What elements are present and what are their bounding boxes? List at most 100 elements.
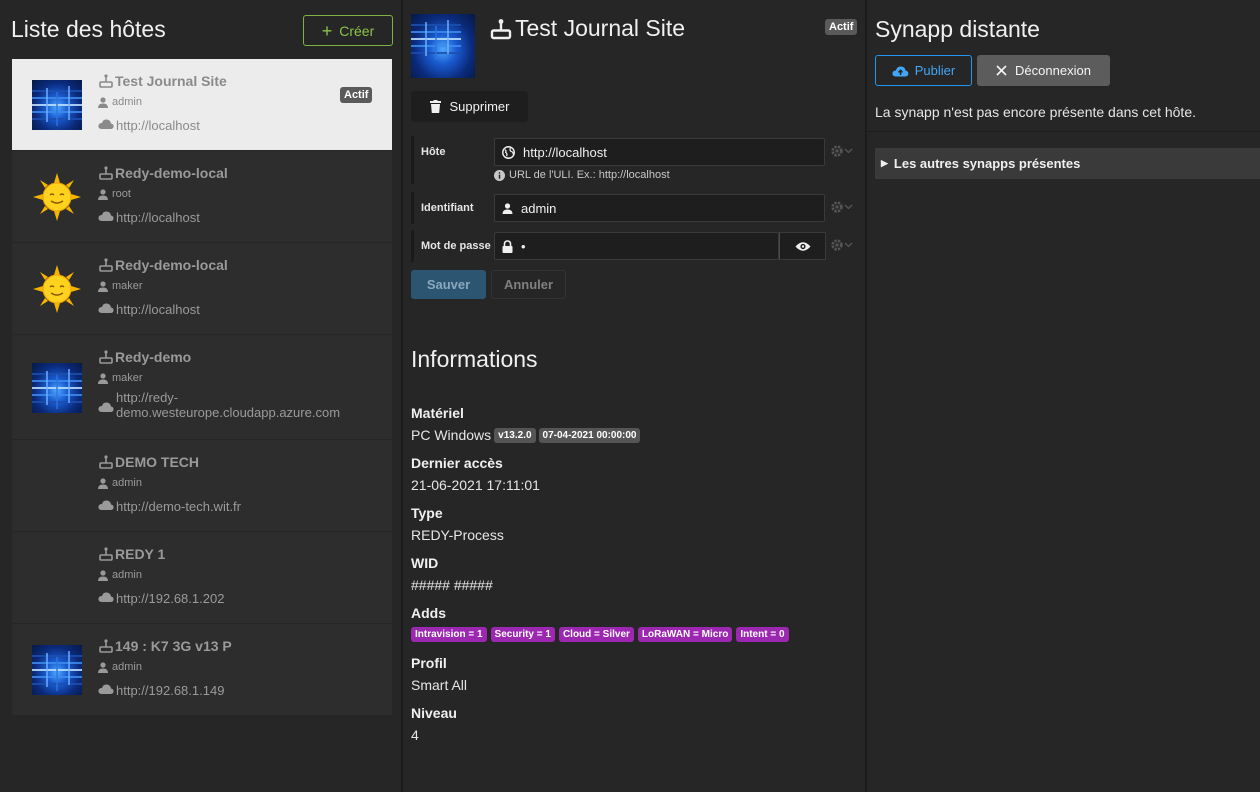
- info-value: 21-06-2021 17:11:01: [411, 477, 540, 493]
- host-circuit-image: [32, 645, 82, 695]
- host-item[interactable]: Redy-demo-local maker http://localhost: [12, 243, 392, 335]
- publish-label: Publier: [914, 63, 956, 78]
- host-url: http://demo-tech.wit.fr: [98, 499, 241, 514]
- cloud-icon: [98, 592, 114, 602]
- cloud-icon: [98, 684, 114, 694]
- host-item[interactable]: Test Journal Site admin http://localhost…: [12, 59, 392, 151]
- show-password-button[interactable]: [779, 232, 826, 260]
- user-icon: [98, 280, 108, 292]
- cancel-button[interactable]: Annuler: [491, 270, 566, 299]
- info-value: Smart All: [411, 677, 468, 693]
- host-user-text: maker: [112, 280, 143, 292]
- host-url: http://localhost: [98, 302, 200, 317]
- info-value: REDY-Process: [411, 527, 504, 543]
- gear-icon: [831, 201, 843, 213]
- adds-tags: Intravision = 1 Security = 1 Cloud = Sil…: [411, 627, 789, 642]
- password-settings-gear[interactable]: [830, 238, 853, 252]
- sun-icon: [33, 265, 81, 313]
- host-user: admin: [98, 96, 142, 108]
- remote-synapp-title: Synapp distante: [875, 16, 1040, 42]
- gear-icon: [831, 239, 843, 251]
- host-user: admin: [98, 569, 142, 581]
- router-icon: [490, 18, 512, 39]
- identifier-settings-gear[interactable]: [830, 200, 853, 214]
- cloud-upload-icon: [892, 65, 909, 76]
- host-detail-title-text: Test Journal Site: [515, 15, 686, 41]
- host-url: http://192.68.1.149: [98, 683, 224, 698]
- info-value: 4: [411, 727, 419, 743]
- info-label: Adds: [411, 605, 446, 621]
- host-user-text: maker: [112, 372, 143, 384]
- gear-icon: [831, 145, 843, 157]
- host-item[interactable]: Redy-demo maker http://redy- demo.westeu…: [12, 335, 392, 440]
- info-materiel: Matériel PC Windows v13.2.0 07-04-2021 0…: [411, 405, 641, 443]
- delete-button[interactable]: Supprimer: [411, 91, 528, 122]
- close-icon: [996, 65, 1007, 76]
- info-type: Type REDY-Process: [411, 505, 504, 543]
- host-url-text: http://localhost: [116, 118, 200, 133]
- divider: [867, 131, 1260, 132]
- disconnect-label: Déconnexion: [1015, 63, 1091, 78]
- create-host-button[interactable]: + Créer: [303, 15, 393, 46]
- host-user: admin: [98, 477, 142, 489]
- chevron-down-icon: [844, 148, 853, 154]
- user-icon: [98, 372, 108, 384]
- host-user-text: admin: [112, 661, 142, 673]
- host-item[interactable]: REDY 1 admin http://192.68.1.202: [12, 532, 392, 624]
- host-list-panel: Liste des hôtes + Créer Test Journal Sit…: [0, 0, 401, 792]
- host-user-text: root: [112, 188, 131, 200]
- globe-icon: [502, 145, 515, 159]
- host-user: admin: [98, 661, 142, 673]
- host-name: Test Journal Site: [98, 73, 227, 89]
- host-field-label: Hôte: [421, 146, 446, 158]
- cloud-icon: [98, 303, 114, 313]
- info-label: Dernier accès: [411, 455, 503, 471]
- user-icon: [98, 569, 108, 581]
- router-icon: [99, 455, 113, 469]
- host-url: http://redy- demo.westeurope.cloudapp.az…: [98, 390, 340, 420]
- router-icon: [99, 258, 113, 272]
- user-icon: [98, 188, 108, 200]
- host-url-line: demo.westeurope.cloudapp.azure.com: [116, 405, 341, 420]
- host-name: DEMO TECH: [98, 454, 199, 470]
- trash-icon: [429, 100, 441, 113]
- host-name-text: REDY 1: [115, 546, 166, 562]
- host-url: http://192.68.1.202: [98, 591, 224, 606]
- host-name: Redy-demo: [98, 349, 191, 365]
- remote-status-message: La synapp n'est pas encore présente dans…: [875, 104, 1197, 120]
- host-input[interactable]: http://localhost: [494, 138, 825, 166]
- host-name-text: Test Journal Site: [115, 73, 227, 89]
- host-url-text: http://redy- demo.westeurope.cloudapp.az…: [116, 390, 340, 420]
- identifier-field-row: Identifiant admin: [411, 192, 855, 224]
- disconnect-button[interactable]: Déconnexion: [977, 55, 1110, 86]
- info-value: PC Windows v13.2.0 07-04-2021 00:00:00: [411, 427, 641, 443]
- password-input[interactable]: •: [494, 232, 779, 260]
- user-icon: [98, 96, 108, 108]
- host-url: http://localhost: [98, 118, 200, 133]
- info-icon: [494, 169, 505, 181]
- save-button[interactable]: Sauver: [411, 270, 486, 299]
- add-tag: Intravision = 1: [411, 627, 487, 642]
- identifier-input[interactable]: admin: [494, 194, 825, 222]
- host-settings-gear[interactable]: [830, 144, 853, 158]
- info-label: Niveau: [411, 705, 457, 721]
- info-label: Matériel: [411, 405, 464, 421]
- host-url-text: http://localhost: [116, 302, 200, 317]
- other-synapps-toggle[interactable]: ▶ Les autres synapps présentes: [875, 148, 1260, 179]
- host-list-title: Liste des hôtes: [11, 16, 166, 42]
- host-user-text: admin: [112, 96, 142, 108]
- host-item[interactable]: Redy-demo-local root http://localhost: [12, 151, 392, 243]
- host-item[interactable]: 149 : K7 3G v13 P admin http://192.68.1.…: [12, 624, 392, 716]
- host-item[interactable]: DEMO TECH admin http://demo-tech.wit.fr: [12, 440, 392, 532]
- active-badge: Actif: [340, 87, 373, 103]
- host-name-text: DEMO TECH: [115, 454, 199, 470]
- info-label: Profil: [411, 655, 447, 671]
- host-url-text: http://localhost: [116, 210, 200, 225]
- host-user-text: admin: [112, 569, 142, 581]
- info-wid: WID ##### #####: [411, 555, 493, 593]
- host-help: URL de l'ULI. Ex.: http://localhost: [494, 169, 670, 181]
- user-icon: [98, 661, 108, 673]
- publish-button[interactable]: Publier: [875, 55, 972, 86]
- active-badge: Actif: [825, 19, 858, 35]
- lock-icon: [502, 239, 513, 253]
